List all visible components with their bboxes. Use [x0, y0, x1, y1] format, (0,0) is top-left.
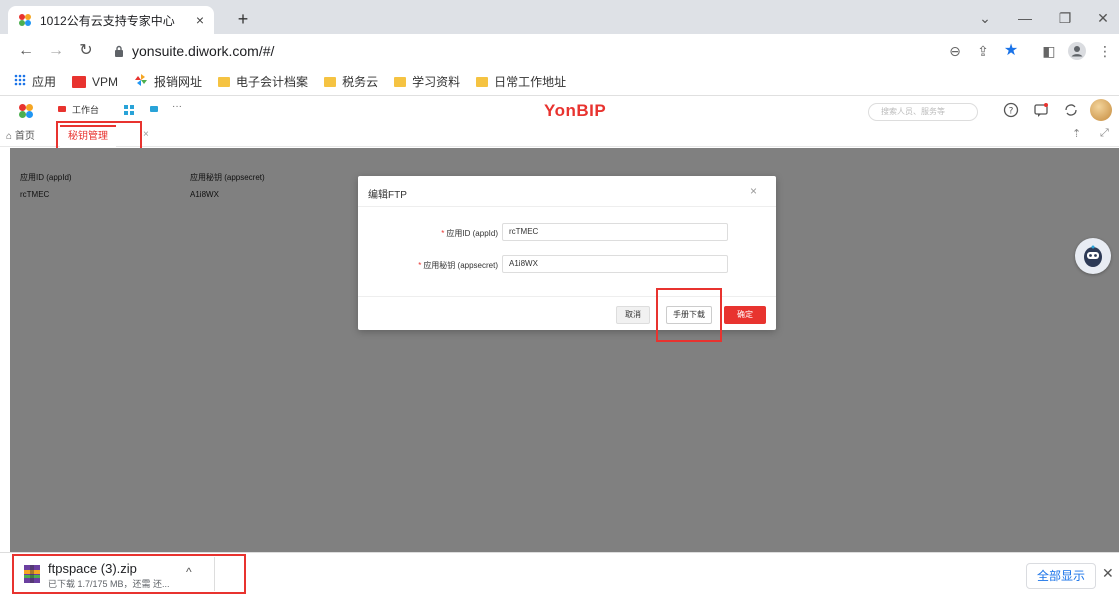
browser-toolbar: ← → ↻ yonsuite.diwork.com/#/ ⊖ ⇪ ★ ◧ ⋮	[0, 34, 1119, 68]
sync-icon[interactable]	[1062, 102, 1080, 120]
favicon-icon	[18, 13, 32, 27]
lock-icon	[114, 45, 124, 57]
close-tab-icon[interactable]: ×	[143, 129, 149, 140]
global-search-input[interactable]: 搜索人员、服务等	[868, 103, 978, 121]
extensions-icon[interactable]: ◧	[1040, 42, 1058, 60]
workbench-label[interactable]: 工作台	[72, 103, 99, 116]
appid-input[interactable]: rcTMEC	[502, 223, 728, 241]
bookmark-tax-cloud[interactable]: 税务云	[324, 73, 378, 90]
highlight-tab-box	[56, 121, 142, 151]
browser-tab-strip: 1012公有云支持专家中心 × + ⌄ — ❐ ✕	[0, 0, 1119, 34]
bookmark-e-archive[interactable]: 电子会计档案	[218, 73, 308, 90]
share-icon[interactable]: ⇪	[974, 42, 992, 60]
back-icon[interactable]: ←	[16, 41, 36, 61]
bookmark-label: 日常工作地址	[494, 75, 567, 89]
appsecret-label: * 应用秘钥 (appsecret)	[368, 260, 498, 271]
folder-icon	[476, 76, 489, 87]
bookmark-label: 电子会计档案	[236, 75, 309, 89]
appsecret-input[interactable]: A1i8WX	[502, 255, 728, 273]
bookmark-label: 应用	[32, 75, 57, 89]
fullscreen-icon[interactable]: ⤢	[1100, 127, 1109, 140]
yonbip-logo: YonBIP	[544, 101, 607, 120]
app-header: 工作台 ··· YonBIP 搜索人员、服务等 ?	[0, 97, 1119, 125]
bookmark-label: VPM	[92, 74, 119, 89]
bookmarks-bar: 应用 VPM 报销网址 电子会计档案 税务云 学习资料 日常工作地址	[0, 68, 1119, 96]
tab-search-icon[interactable]: ⌄	[970, 6, 1000, 30]
bookmark-label: 学习资料	[412, 75, 461, 89]
new-tab-button[interactable]: +	[232, 8, 254, 30]
pinwheel-icon	[134, 73, 148, 90]
browser-tab[interactable]: 1012公有云支持专家中心 ×	[8, 6, 214, 34]
reload-icon[interactable]: ↻	[76, 41, 96, 61]
bookmark-expense[interactable]: 报销网址	[134, 73, 202, 90]
bookmark-label: 税务云	[342, 75, 379, 89]
menu-icon[interactable]: ⋮	[1096, 42, 1114, 60]
url-text: yonsuite.diwork.com/#/	[132, 43, 275, 59]
help-icon[interactable]: ?	[1002, 102, 1020, 120]
bookmark-vpm[interactable]: VPM	[72, 75, 118, 89]
tab-home[interactable]: ⌂ 首页	[6, 127, 35, 142]
message-icon[interactable]	[150, 106, 158, 112]
bookmark-learning[interactable]: 学习资料	[394, 73, 460, 90]
user-avatar[interactable]	[1090, 99, 1112, 121]
folder-icon	[218, 76, 231, 87]
bookmark-daily-work[interactable]: 日常工作地址	[476, 73, 566, 90]
minimize-icon[interactable]: —	[1010, 6, 1040, 30]
notification-icon[interactable]	[1032, 102, 1050, 120]
zoom-icon[interactable]: ⊖	[946, 42, 964, 60]
address-bar[interactable]: yonsuite.diwork.com/#/	[104, 38, 884, 64]
show-all-button[interactable]: 全部显示	[1026, 563, 1096, 589]
appsecret-label-text: 应用秘钥 (appsecret)	[423, 261, 498, 270]
dialog-title: 编辑FTP	[368, 190, 407, 201]
cancel-button[interactable]: 取消	[616, 306, 650, 324]
forward-icon[interactable]: →	[46, 41, 66, 61]
dialog-close-icon[interactable]: ×	[750, 184, 757, 198]
required-mark: *	[441, 229, 445, 238]
home-icon: ⌂	[6, 131, 13, 142]
highlight-manual-box	[656, 288, 722, 342]
required-mark: *	[418, 261, 422, 270]
highlight-download-box	[12, 554, 246, 594]
dialog-divider	[358, 206, 776, 207]
confirm-button[interactable]: 确定	[724, 306, 766, 324]
close-download-bar-icon[interactable]: ✕	[1102, 565, 1114, 582]
folder-icon	[394, 76, 407, 87]
app-logo-icon[interactable]	[18, 103, 34, 122]
close-tab-icon[interactable]: ×	[196, 12, 204, 28]
bookmark-label: 报销网址	[154, 75, 203, 89]
svg-text:?: ?	[1009, 107, 1014, 117]
upload-icon[interactable]: ⇡	[1072, 127, 1081, 140]
more-icon[interactable]: ···	[172, 101, 182, 112]
restore-icon[interactable]: ❐	[1050, 6, 1080, 30]
vpm-icon	[72, 75, 87, 88]
profile-icon[interactable]	[1068, 42, 1086, 60]
app-tabs-bar: ⌂ 首页 秘钥管理 × ⇡ ⤢	[0, 125, 1119, 147]
browser-tab-title: 1012公有云支持专家中心	[40, 13, 175, 28]
bookmark-star-icon[interactable]: ★	[1002, 42, 1020, 60]
appid-label: * 应用ID (appId)	[368, 228, 498, 239]
folder-icon	[324, 76, 337, 87]
window-close-icon[interactable]: ✕	[1088, 6, 1118, 30]
apps-grid-icon[interactable]	[124, 104, 134, 118]
assistant-robot-icon[interactable]	[1075, 238, 1111, 274]
bookmark-apps[interactable]: 应用	[14, 73, 56, 90]
appid-label-text: 应用ID (appId)	[446, 229, 498, 238]
apps-grid-icon	[14, 74, 26, 89]
workbench-icon	[58, 106, 66, 112]
tab-home-label: 首页	[14, 131, 35, 142]
